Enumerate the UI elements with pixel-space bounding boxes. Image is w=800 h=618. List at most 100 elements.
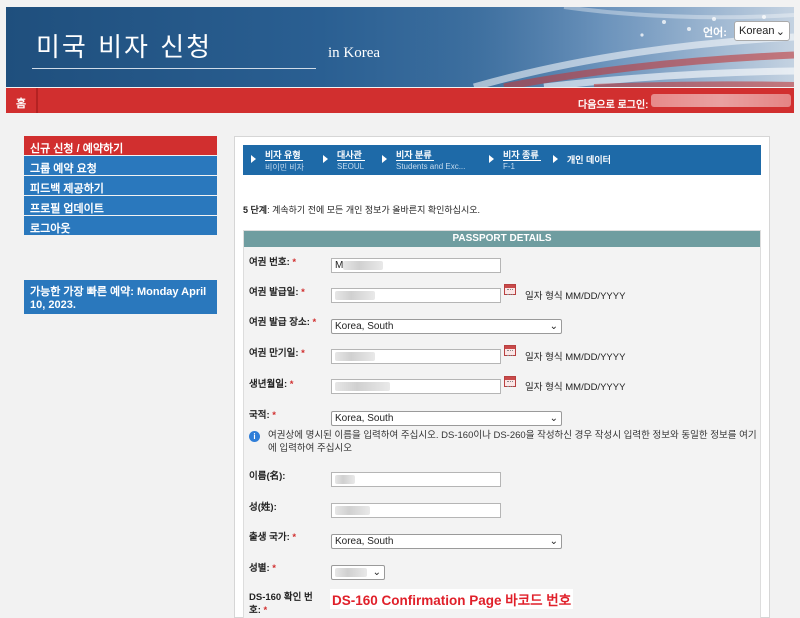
step-sub: F-1: [503, 162, 515, 171]
redacted-value: [335, 505, 370, 515]
info-icon: i: [249, 431, 260, 442]
step-instruction: 5 단계: 계속하기 전에 모든 개인 정보가 올바른지 확인하십시오.: [243, 203, 480, 216]
chevron-down-icon: ⌄: [549, 536, 558, 547]
redacted-value: [343, 260, 384, 270]
redacted-value: [335, 290, 375, 300]
step-sub: Students and Exc...: [396, 162, 466, 171]
title-underline: [32, 68, 316, 69]
step-arrow-icon: [382, 155, 387, 163]
step-arrow-icon: [553, 155, 558, 163]
dob-label: 생년월일: *: [249, 376, 293, 390]
step-arrow-icon: [489, 155, 494, 163]
expiry-date-label: 여권 만기일: *: [249, 345, 305, 359]
ds160-note: DS-160 Confirmation Page 바코드 번호: [330, 589, 574, 609]
label-text: 출생 국가:: [249, 532, 290, 543]
step-underline: [503, 160, 541, 161]
passport-number-label: 여권 번호: *: [249, 254, 296, 268]
label-text: DS-160 확인 번호:: [249, 592, 313, 616]
step-sub: 비이민 비자: [265, 163, 305, 172]
sidebar-item-new-application[interactable]: 신규 신청 / 예약하기: [24, 136, 217, 156]
redacted-username: [651, 94, 791, 107]
birth-country-label: 출생 국가: *: [249, 529, 296, 543]
label-text: 여권 발급일:: [249, 287, 299, 298]
us-flag-banner: [414, 7, 794, 87]
step-arrow-icon: [323, 155, 328, 163]
label-text: 국적:: [249, 410, 270, 421]
sidebar-item-logout[interactable]: 로그아웃: [24, 216, 217, 236]
chevron-down-icon: ⌄: [372, 567, 381, 578]
issue-place-select[interactable]: Korea, South ⌄: [331, 319, 562, 334]
instruction-text: : 계속하기 전에 모든 개인 정보가 올바른지 확인하십시오.: [267, 205, 481, 215]
sidebar-item-group-request[interactable]: 그룹 예약 요청: [24, 156, 217, 176]
calendar-icon[interactable]: [504, 376, 516, 387]
required-mark: *: [263, 605, 268, 616]
redacted-value: [335, 474, 355, 484]
select-value: Korea, South: [335, 413, 394, 424]
date-format-hint: 일자 형식 MM/DD/YYYY: [525, 382, 626, 393]
dob-input[interactable]: [331, 379, 501, 394]
section-header: PASSPORT DETAILS: [244, 231, 760, 247]
redacted-value: [335, 381, 390, 391]
language-value: Korean: [739, 25, 775, 37]
passport-number-input[interactable]: M: [331, 258, 501, 273]
step-underline: [337, 160, 365, 161]
progress-steps: 비자 유형 비이민 비자 대사관 SEOUL 비자 분류 Students an…: [243, 145, 761, 175]
redacted-value: [335, 351, 375, 361]
label-text: 여권 만기일:: [249, 348, 299, 359]
issue-date-input[interactable]: [331, 288, 501, 303]
label-text: 생년월일:: [249, 379, 288, 390]
date-format-hint: 일자 형식 MM/DD/YYYY: [525, 352, 626, 363]
label-text: 여권 번호:: [249, 257, 290, 268]
required-mark: *: [292, 532, 297, 543]
required-mark: *: [292, 257, 297, 268]
page-title: 미국 비자 신청: [36, 33, 213, 63]
sidebar-item-update-profile[interactable]: 프로필 업데이트: [24, 196, 217, 216]
surname-input[interactable]: [331, 503, 501, 518]
birth-country-select[interactable]: Korea, South ⌄: [331, 534, 562, 549]
select-value: Korea, South: [335, 536, 394, 547]
chevron-down-icon: ⌄: [775, 25, 785, 38]
site-header: 미국 비자 신청 in Korea 언어: Korean ⌄: [6, 7, 794, 87]
calendar-icon[interactable]: [504, 284, 516, 295]
expiry-date-input[interactable]: [331, 349, 501, 364]
chevron-down-icon: ⌄: [549, 321, 558, 332]
given-name-label: 이름(名):: [249, 471, 286, 482]
main-content: 비자 유형 비이민 비자 대사관 SEOUL 비자 분류 Students an…: [234, 136, 770, 618]
chevron-down-icon: ⌄: [549, 413, 558, 424]
surname-label: 성(姓):: [249, 502, 277, 513]
sidebar: 신규 신청 / 예약하기 그룹 예약 요청 피드백 제공하기 프로필 업데이트 …: [24, 136, 217, 236]
nationality-label: 국적: *: [249, 407, 276, 421]
label-text: 성별:: [249, 563, 270, 574]
login-label: 다음으로 로그인:: [578, 100, 649, 111]
language-label: 언어:: [703, 27, 727, 39]
gender-label: 성별: *: [249, 560, 276, 574]
required-mark: *: [301, 287, 305, 298]
step-number: 5 단계: [243, 205, 268, 215]
step-sub: SEOUL: [337, 162, 365, 171]
divider: [36, 88, 38, 113]
step-arrow-icon: [251, 155, 256, 163]
soonest-appointment-box: 가능한 가장 빠른 예약: Monday April 10, 2023.: [24, 280, 217, 314]
nationality-select[interactable]: Korea, South ⌄: [331, 411, 562, 426]
language-select[interactable]: Korean ⌄: [734, 21, 790, 41]
home-link[interactable]: 홈: [16, 95, 26, 111]
required-mark: *: [272, 563, 276, 574]
select-value: Korea, South: [335, 321, 394, 332]
ds160-label: DS-160 확인 번호: *: [249, 591, 323, 617]
page-subtitle: in Korea: [328, 45, 381, 61]
required-mark: *: [301, 348, 305, 359]
sidebar-item-feedback[interactable]: 피드백 제공하기: [24, 176, 217, 196]
redacted-value: [335, 568, 367, 577]
top-nav-bar: 홈 다음으로 로그인:: [6, 88, 794, 113]
input-value: M: [335, 260, 344, 271]
required-mark: *: [289, 379, 294, 390]
issue-date-label: 여권 발급일: *: [249, 284, 305, 298]
name-info-text: 여권상에 명시된 이름을 입력하여 주십시오. DS-160이나 DS-260을…: [268, 430, 757, 454]
step-underline: [396, 160, 434, 161]
issue-place-label: 여권 발급 장소: *: [249, 314, 316, 328]
calendar-icon[interactable]: [504, 345, 516, 356]
required-mark: *: [272, 410, 276, 421]
gender-select[interactable]: ⌄: [331, 565, 385, 580]
given-name-input[interactable]: [331, 472, 501, 487]
date-format-hint: 일자 형식 MM/DD/YYYY: [525, 291, 626, 302]
